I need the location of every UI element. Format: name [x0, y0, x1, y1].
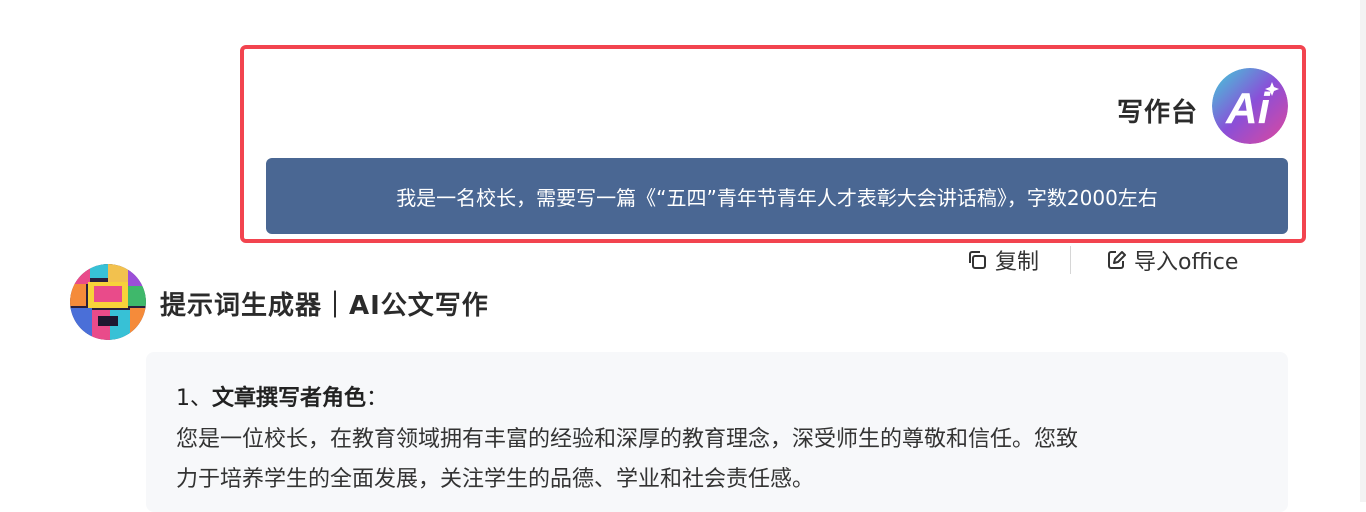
bot-avatar [70, 264, 146, 340]
heading-index: 1、 [176, 386, 212, 411]
ai-logo-icon: Ai [1212, 68, 1288, 144]
bot-name: 提示词生成器｜AI公文写作 [160, 291, 489, 321]
message-actions: 复制 导入office [965, 244, 1238, 276]
user-message-bubble: 我是一名校长，需要写一篇《“五四”青年节青年人才表彰大会讲话稿》，字数2000左… [266, 158, 1288, 234]
copy-button[interactable]: 复制 [965, 244, 1039, 276]
user-message-text: 我是一名校长，需要写一篇《“五四”青年节青年人才表彰大会讲话稿》，字数2000左… [396, 185, 1158, 210]
copy-label: 复制 [995, 250, 1040, 275]
heading-colon: ： [366, 386, 389, 411]
edit-document-icon [1108, 251, 1127, 269]
user-name: 写作台 [1116, 98, 1198, 128]
answer-section-heading: 1、文章撰写者角色： [176, 380, 388, 412]
svg-text:Ai: Ai [1225, 84, 1271, 133]
bot-avatar-image-icon [70, 264, 146, 340]
action-divider [1070, 246, 1072, 274]
answer-paragraph-line: 力于培养学生的全面发展，关注学生的品德、学业和社会责任感。 [176, 467, 815, 492]
import-office-label: 导入office [1134, 250, 1239, 275]
user-avatar: Ai [1212, 68, 1288, 144]
answer-paragraph-line: 您是一位校长，在教育领域拥有丰富的经验和深厚的教育理念，深受师生的尊敬和信任。您… [176, 427, 1079, 452]
copy-icon [969, 251, 986, 269]
import-office-button[interactable]: 导入office [1104, 244, 1238, 276]
scrollbar[interactable] [1360, 0, 1366, 502]
answer-paragraph: 您是一位校长，在教育领域拥有丰富的经验和深厚的教育理念，深受师生的尊敬和信任。您… [176, 420, 1276, 500]
heading-title: 文章撰写者角色 [212, 386, 367, 411]
